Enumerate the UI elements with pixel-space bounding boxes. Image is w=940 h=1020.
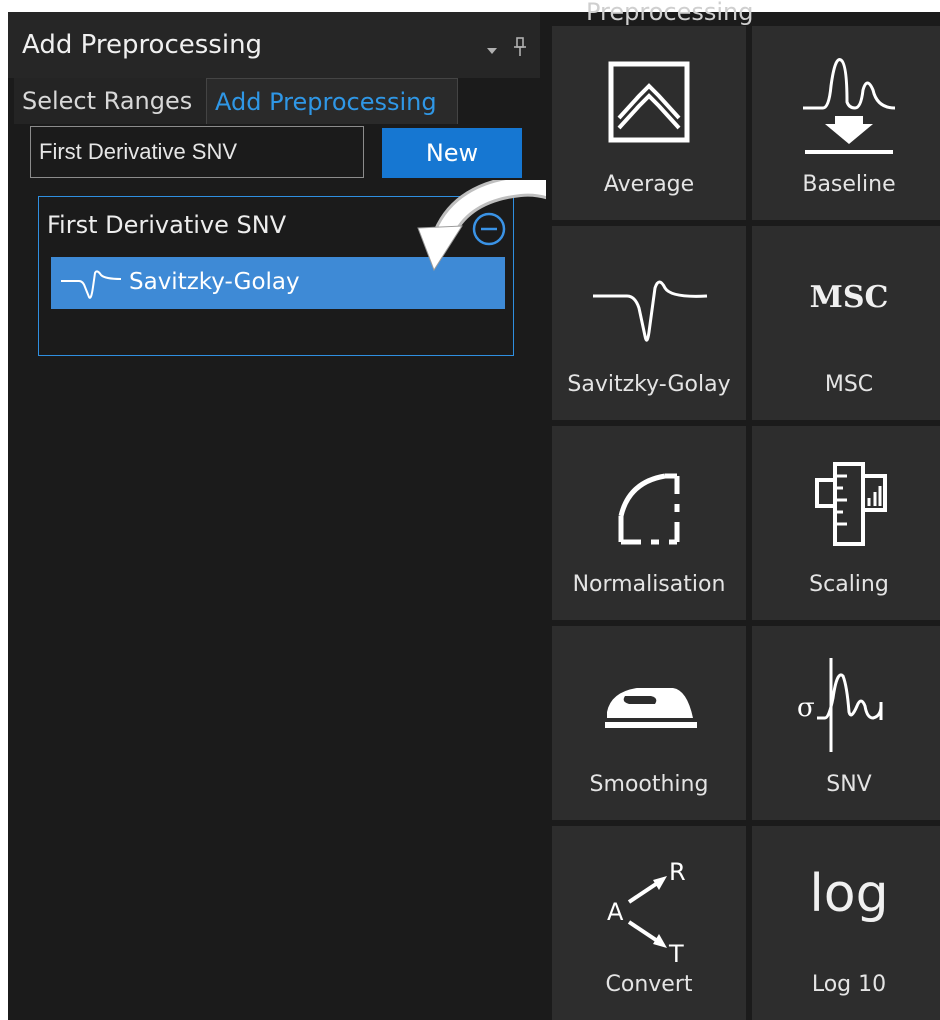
preprocessing-library: Preprocessing Average Baseline Savitzky-… (546, 0, 940, 1020)
scaling-icon (815, 462, 887, 546)
tile-log10[interactable]: log Log 10 (752, 826, 940, 1020)
tile-label: Savitzky-Golay (567, 372, 731, 397)
convert-icon: A R T (607, 858, 686, 966)
dropdown-icon[interactable] (484, 42, 500, 58)
add-preprocessing-panel: Add Preprocessing Select Ranges Add Prep… (8, 12, 540, 1020)
log-icon: log (809, 864, 889, 924)
tile-baseline[interactable]: Baseline (752, 26, 940, 220)
tile-label: Scaling (809, 572, 889, 597)
tile-average[interactable]: Average (552, 26, 746, 220)
normalisation-icon (618, 473, 680, 545)
tile-label: Smoothing (589, 772, 709, 797)
average-icon (608, 61, 690, 143)
tile-label: MSC (824, 372, 874, 397)
tile-snv[interactable]: σ SNV (752, 626, 940, 820)
tile-label: Average (603, 172, 695, 197)
tile-label: Baseline (802, 172, 896, 197)
new-button[interactable]: New (382, 128, 522, 178)
derivative-wave-icon (61, 270, 122, 299)
tile-label: SNV (826, 772, 872, 797)
svg-text:σ: σ (797, 693, 815, 723)
baseline-icon (803, 58, 896, 154)
tile-label: Convert (605, 972, 693, 997)
tile-msc[interactable]: MSC MSC (752, 226, 940, 420)
pipeline-group-title: First Derivative SNV (47, 211, 287, 239)
tab-select-ranges[interactable]: Select Ranges (14, 78, 206, 124)
tile-savitzky-golay[interactable]: Savitzky-Golay (552, 226, 746, 420)
tile-smoothing[interactable]: Smoothing (552, 626, 746, 820)
panel-title: Add Preprocessing (22, 30, 263, 60)
svg-text:T: T (668, 940, 684, 966)
tab-add-preprocessing[interactable]: Add Preprocessing (206, 78, 458, 124)
tile-scaling[interactable]: Scaling (752, 426, 940, 620)
iron-icon (605, 688, 697, 728)
panel-header: Add Preprocessing (8, 12, 540, 78)
pin-icon[interactable] (512, 36, 528, 58)
pipeline-step-label: Savitzky-Golay (129, 269, 300, 295)
tile-convert[interactable]: A R T Convert (552, 826, 746, 1020)
svg-text:A: A (607, 898, 624, 926)
snv-icon: σ (797, 658, 883, 752)
library-header: Preprocessing (586, 0, 754, 26)
svg-text:R: R (669, 858, 686, 886)
tile-normalisation[interactable]: Normalisation (552, 426, 746, 620)
pipeline-name-input[interactable] (30, 126, 364, 178)
tile-label: Normalisation (572, 572, 726, 597)
msc-icon: MSC (809, 280, 889, 315)
derivative-wave-icon (593, 280, 708, 342)
tile-label: Log 10 (811, 972, 887, 997)
tab-strip: Select Ranges Add Preprocessing (8, 78, 540, 124)
